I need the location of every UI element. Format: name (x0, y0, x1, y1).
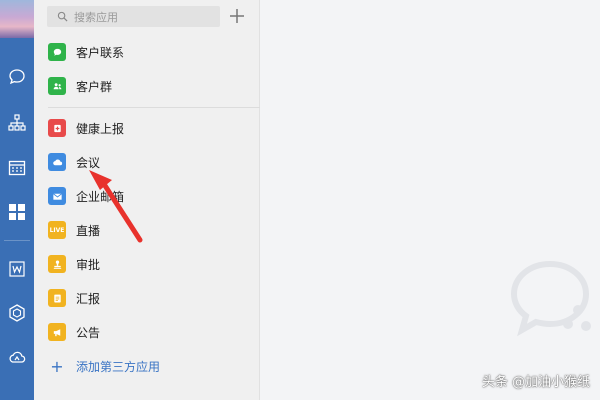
app-item-customer-group[interactable]: 客户群 (48, 73, 248, 99)
chat-icon[interactable] (0, 62, 34, 92)
left-nav-rail (0, 0, 34, 400)
search-input[interactable]: 搜索应用 (47, 6, 220, 27)
watermark-credit: 头条 @加油小猴纸 (481, 375, 590, 390)
live-badge-text: LIVE (49, 226, 65, 234)
app-item-label: 直播 (76, 223, 101, 238)
app-item-live[interactable]: LIVE 直播 (48, 217, 248, 243)
cloud-icon[interactable] (0, 342, 34, 372)
search-icon (57, 11, 68, 22)
avatar[interactable] (0, 0, 34, 38)
rail-divider (4, 240, 30, 241)
org-chart-icon[interactable] (0, 108, 34, 138)
plus-icon: + (50, 356, 64, 376)
add-button[interactable] (227, 6, 247, 26)
apps-grid-icon[interactable] (0, 197, 34, 227)
plus-icon (230, 9, 244, 23)
app-item-label: 健康上报 (76, 121, 125, 136)
app-item-label: 汇报 (76, 291, 101, 306)
calendar-icon[interactable] (0, 153, 34, 183)
app-item-label: 客户联系 (76, 45, 125, 60)
doc-w-icon[interactable] (0, 254, 34, 284)
main-content-area (260, 0, 600, 400)
stamp-icon (48, 255, 66, 273)
live-icon: LIVE (48, 221, 66, 239)
cloud-meeting-icon (48, 153, 66, 171)
health-report-icon (48, 119, 66, 137)
section-divider (48, 107, 260, 108)
app-item-meeting[interactable]: 会议 (48, 149, 248, 175)
megaphone-icon (48, 323, 66, 341)
app-item-label: 审批 (76, 257, 101, 272)
app-item-announcement[interactable]: 公告 (48, 319, 248, 345)
app-item-enterprise-mail[interactable]: 企业邮箱 (48, 183, 248, 209)
app-item-label: 会议 (76, 155, 101, 170)
app-sidebar: 搜索应用 客户联系 客户群 健康上报 会议 企业邮箱 LIVE 直播 审批 汇报… (34, 0, 260, 400)
app-item-report[interactable]: 汇报 (48, 285, 248, 311)
app-item-customer-contact[interactable]: 客户联系 (48, 39, 248, 65)
app-item-health-report[interactable]: 健康上报 (48, 115, 248, 141)
people-icon (48, 77, 66, 95)
mail-icon (48, 187, 66, 205)
app-item-label: 客户群 (76, 79, 113, 94)
hexagon-icon[interactable] (0, 298, 34, 328)
search-placeholder: 搜索应用 (74, 10, 118, 24)
app-item-label: 公告 (76, 325, 101, 340)
app-item-approval[interactable]: 审批 (48, 251, 248, 277)
add-third-party-app-label: 添加第三方应用 (76, 359, 161, 374)
chat-bubble-icon (48, 43, 66, 61)
report-icon (48, 289, 66, 307)
wecom-watermark-icon (510, 260, 591, 337)
app-item-label: 企业邮箱 (76, 189, 125, 204)
add-third-party-app-link[interactable]: + 添加第三方应用 (48, 355, 160, 377)
